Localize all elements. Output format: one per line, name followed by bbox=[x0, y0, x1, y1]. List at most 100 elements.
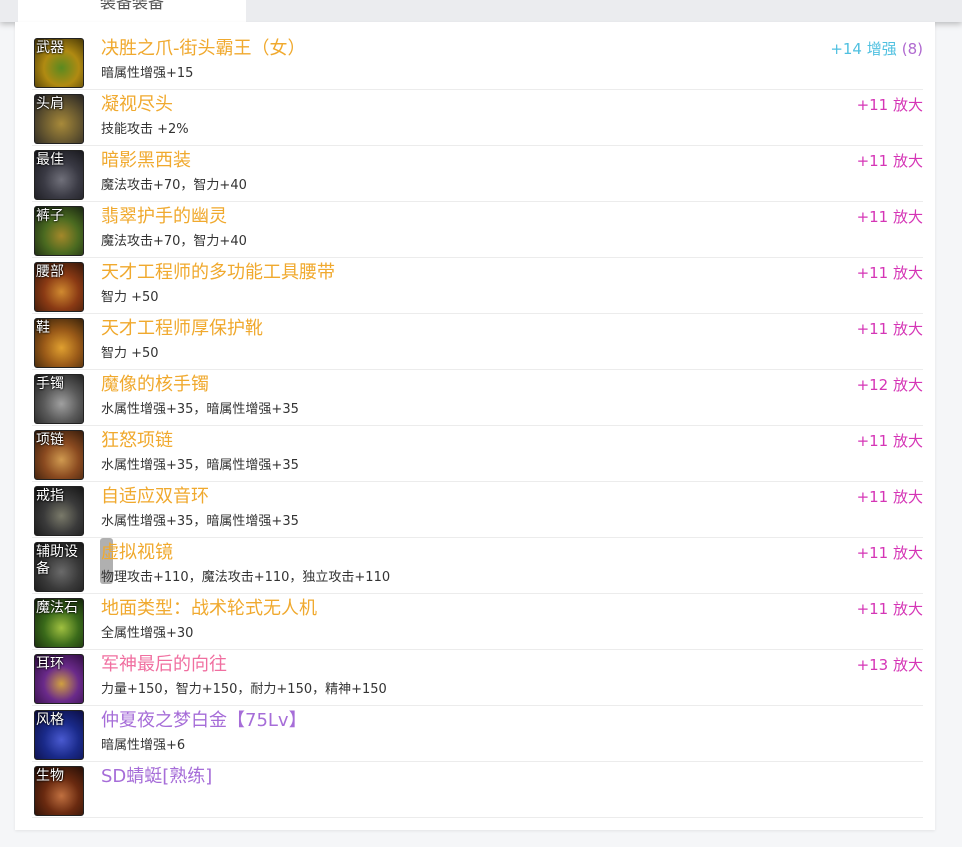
equipment-row[interactable]: 手镯 魔像的核手镯水属性增强+35，暗属性增强+35 +12 放大 bbox=[32, 370, 923, 426]
equipment-row[interactable]: 项链 狂怒项链水属性增强+35，暗属性增强+35 +11 放大 bbox=[32, 426, 923, 482]
enhancement-count: (8) bbox=[901, 40, 923, 58]
enhancement-level: +12 放大 bbox=[857, 375, 923, 395]
enhancement-text: +14 增强 bbox=[830, 40, 897, 58]
slot-label: 戒指 bbox=[36, 488, 64, 504]
enhancement-level: +11 放大 bbox=[857, 319, 923, 339]
equipment-panel: 武器 决胜之爪-街头霸王（女） 暗属性增强+15 +14 增强 (8) 头肩 凝视尽头技能攻… bbox=[15, 22, 935, 830]
enhancement-level: +11 放大 bbox=[857, 263, 923, 283]
necklace-icon[interactable]: 项链 bbox=[34, 430, 84, 480]
belt-icon[interactable]: 腰部 bbox=[34, 262, 84, 312]
slot-label: 裤子 bbox=[36, 208, 64, 224]
tab-bar: 装备装备 bbox=[0, 0, 962, 22]
support-device-icon[interactable]: 辅助设备 bbox=[34, 542, 84, 592]
enhancement-level: +14 增强 (8) bbox=[830, 39, 923, 59]
tab-3[interactable] bbox=[500, 0, 670, 18]
equipment-row[interactable]: 腰部 天才工程师的多功能工具腰带智力 +50 +11 放大 bbox=[32, 258, 923, 314]
magic-stone-icon[interactable]: 魔法石 bbox=[34, 598, 84, 648]
creature-icon[interactable]: 生物 bbox=[34, 766, 84, 816]
enhancement-text: +11 放大 bbox=[856, 208, 923, 226]
item-name[interactable]: 决胜之爪-街头霸王（女） bbox=[101, 37, 306, 61]
item-stat: 暗属性增强+15 bbox=[101, 66, 194, 81]
slot-label: 魔法石 bbox=[36, 600, 78, 616]
item-stat: 暗属性增强+6 bbox=[101, 738, 186, 753]
enhancement-level: +11 放大 bbox=[857, 95, 923, 115]
item-stat: 魔法攻击+70，智力+40 bbox=[101, 178, 247, 193]
bracelet-icon[interactable]: 手镯 bbox=[34, 374, 84, 424]
item-name[interactable]: 仲夏夜之梦白金【75Lv】 bbox=[101, 709, 307, 733]
ring-icon[interactable]: 戒指 bbox=[34, 486, 84, 536]
enhancement-text: +11 放大 bbox=[856, 544, 923, 562]
equipment-row[interactable]: 鞋 天才工程师厚保护靴智力 +50 +11 放大 bbox=[32, 314, 923, 370]
item-stat: 力量+150，智力+150，耐力+150，精神+150 bbox=[101, 682, 387, 697]
slot-label: 生物 bbox=[36, 768, 64, 784]
enhancement-level: +11 放大 bbox=[857, 543, 923, 563]
enhancement-text: +11 放大 bbox=[856, 488, 923, 506]
enhancement-text: +11 放大 bbox=[856, 152, 923, 170]
equipment-row[interactable]: 辅助设备 虚拟视镜物理攻击+110，魔法攻击+110，独立攻击+110 +11 放大 bbox=[32, 538, 923, 594]
shoulder-icon[interactable]: 头肩 bbox=[34, 94, 84, 144]
slot-label: 最佳 bbox=[36, 152, 64, 168]
item-name[interactable]: 凝视尽头 bbox=[101, 93, 173, 117]
item-stat: 水属性增强+35，暗属性增强+35 bbox=[101, 402, 299, 417]
slot-label: 腰部 bbox=[36, 264, 64, 280]
earring-icon[interactable]: 耳环 bbox=[34, 654, 84, 704]
item-name[interactable]: 地面类型：战术轮式无人机 bbox=[101, 597, 317, 621]
equipment-row[interactable]: 生物 SD蜻蜓[熟练] bbox=[32, 762, 923, 818]
slot-label: 手镯 bbox=[36, 376, 64, 392]
item-name[interactable]: 天才工程师厚保护靴 bbox=[101, 317, 263, 341]
weapon-icon[interactable]: 武器 bbox=[34, 38, 84, 88]
enhancement-level: +11 放大 bbox=[857, 151, 923, 171]
equipment-row[interactable]: 武器 决胜之爪-街头霸王（女） 暗属性增强+15 +14 增强 (8) bbox=[32, 34, 923, 90]
top-armor-icon[interactable]: 最佳 bbox=[34, 150, 84, 200]
item-stat: 全属性增强+30 bbox=[101, 626, 194, 641]
enhancement-text: +11 放大 bbox=[856, 96, 923, 114]
enhancement-level: +11 放大 bbox=[857, 431, 923, 451]
enhancement-level: +11 放大 bbox=[857, 599, 923, 619]
item-name[interactable]: SD蜻蜓[熟练] bbox=[101, 765, 212, 789]
item-stat: 魔法攻击+70，智力+40 bbox=[101, 234, 247, 249]
item-name[interactable]: 军神最后的向往 bbox=[101, 653, 227, 677]
item-name[interactable]: 魔像的核手镯 bbox=[101, 373, 209, 397]
slot-label: 耳环 bbox=[36, 656, 64, 672]
slot-label: 武器 bbox=[36, 40, 64, 56]
item-name[interactable]: 狂怒项链 bbox=[101, 429, 173, 453]
item-stat: 智力 +50 bbox=[101, 346, 159, 361]
equipment-row[interactable]: 裤子 翡翠护手的幽灵魔法攻击+70，智力+40 +11 放大 bbox=[32, 202, 923, 258]
item-stat: 水属性增强+35，暗属性增强+35 bbox=[101, 458, 299, 473]
item-stat: 技能攻击 +2% bbox=[101, 122, 189, 137]
item-name[interactable]: 虚拟视镜 bbox=[101, 541, 173, 565]
slot-label: 鞋 bbox=[36, 320, 50, 336]
enhancement-text: +11 放大 bbox=[856, 264, 923, 282]
equipment-row[interactable]: 风格 仲夏夜之梦白金【75Lv】暗属性增强+6 bbox=[32, 706, 923, 762]
enhancement-text: +13 放大 bbox=[856, 656, 923, 674]
tab-2[interactable] bbox=[270, 0, 440, 18]
tab-4[interactable] bbox=[740, 0, 910, 18]
slot-label: 头肩 bbox=[36, 96, 64, 112]
enhancement-level: +11 放大 bbox=[857, 487, 923, 507]
item-stat: 智力 +50 bbox=[101, 290, 159, 305]
item-stat: 物理攻击+110，魔法攻击+110，独立攻击+110 bbox=[101, 570, 391, 585]
slot-label: 风格 bbox=[36, 712, 64, 728]
enhancement-level: +11 放大 bbox=[857, 207, 923, 227]
enhancement-text: +11 放大 bbox=[856, 320, 923, 338]
item-stat: 水属性增强+35，暗属性增强+35 bbox=[101, 514, 299, 529]
pants-icon[interactable]: 裤子 bbox=[34, 206, 84, 256]
slot-label: 辅助设备 bbox=[36, 544, 78, 577]
item-name[interactable]: 自适应双音环 bbox=[101, 485, 209, 509]
enhancement-text: +11 放大 bbox=[856, 600, 923, 618]
equipment-row[interactable]: 魔法石 地面类型：战术轮式无人机全属性增强+30 +11 放大 bbox=[32, 594, 923, 650]
slot-label: 项链 bbox=[36, 432, 64, 448]
enhancement-text: +12 放大 bbox=[856, 376, 923, 394]
item-name[interactable]: 天才工程师的多功能工具腰带 bbox=[101, 261, 335, 285]
equipment-row[interactable]: 头肩 凝视尽头技能攻击 +2% +11 放大 bbox=[32, 90, 923, 146]
item-name[interactable]: 暗影黑西装 bbox=[101, 149, 191, 173]
equipment-row[interactable]: 耳环 军神最后的向往力量+150，智力+150，耐力+150，精神+150 +13 … bbox=[32, 650, 923, 706]
item-name[interactable]: 翡翠护手的幽灵 bbox=[101, 205, 227, 229]
equipment-row[interactable]: 戒指 自适应双音环水属性增强+35，暗属性增强+35 +11 放大 bbox=[32, 482, 923, 538]
tab-equipment[interactable]: 装备装备 bbox=[18, 0, 246, 22]
boots-icon[interactable]: 鞋 bbox=[34, 318, 84, 368]
enhancement-text: +11 放大 bbox=[856, 432, 923, 450]
enhancement-level: +13 放大 bbox=[857, 655, 923, 675]
style-icon[interactable]: 风格 bbox=[34, 710, 84, 760]
equipment-row[interactable]: 最佳 暗影黑西装魔法攻击+70，智力+40 +11 放大 bbox=[32, 146, 923, 202]
